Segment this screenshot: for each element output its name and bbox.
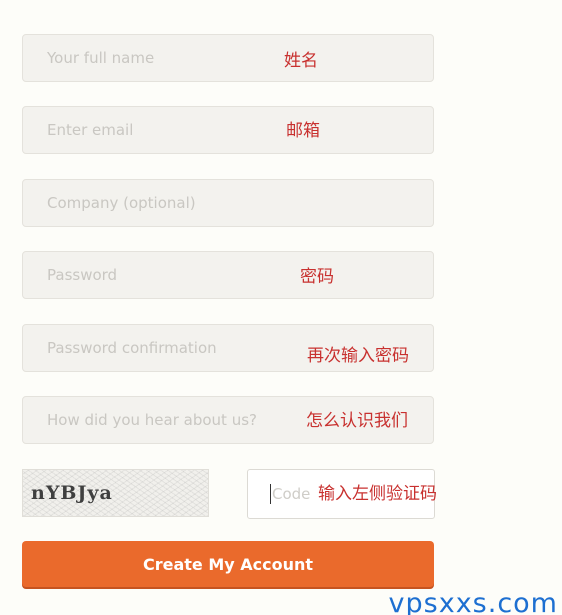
password-confirmation-input[interactable]: [23, 325, 433, 371]
company-field-wrapper: [22, 179, 434, 227]
referral-input[interactable]: [23, 397, 433, 443]
password-field-wrapper: [22, 251, 434, 299]
text-cursor: [270, 484, 271, 504]
email-field-wrapper: [22, 106, 434, 154]
code-field-wrapper: [247, 469, 435, 519]
email-input[interactable]: [23, 107, 433, 153]
create-account-button[interactable]: Create My Account: [22, 541, 434, 587]
full-name-input[interactable]: [23, 35, 433, 81]
full-name-field-wrapper: [22, 34, 434, 82]
signup-form: 姓名 邮箱 密码 再次输入密码 怎么认识我们 nYBJya 输入左侧验证码 Cr…: [0, 0, 562, 615]
watermark: vpsxxs.com: [388, 588, 558, 615]
password-input[interactable]: [23, 252, 433, 298]
referral-field-wrapper: [22, 396, 434, 444]
company-input[interactable]: [23, 180, 433, 226]
captcha-text: nYBJya: [31, 482, 113, 504]
captcha-code-input[interactable]: [248, 470, 434, 518]
password-confirmation-field-wrapper: [22, 324, 434, 372]
captcha-image: nYBJya: [22, 469, 209, 517]
